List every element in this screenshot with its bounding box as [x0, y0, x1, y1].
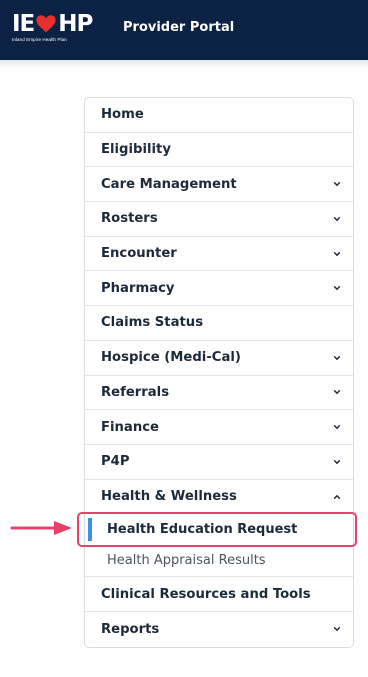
chevron-down-icon — [333, 459, 341, 464]
menu-item-label: Finance — [101, 419, 159, 435]
menu-item-reports[interactable]: Reports — [85, 612, 353, 647]
chevron-up-icon — [333, 494, 341, 499]
submenu-item-label: Health Appraisal Results — [107, 553, 266, 569]
menu-item-home[interactable]: Home — [85, 98, 353, 133]
menu-item-label: Care Management — [101, 176, 237, 192]
chevron-down-icon — [333, 355, 341, 360]
header-shadow — [0, 60, 368, 68]
menu-item-label: Home — [101, 107, 144, 123]
menu-item-pharmacy[interactable]: Pharmacy — [85, 271, 353, 307]
menu-item-label: Reports — [101, 621, 160, 637]
logo-subtitle: Inland Empire Health Plan — [12, 37, 67, 42]
chevron-down-icon — [333, 286, 341, 291]
chevron-down-icon — [333, 182, 341, 187]
logo-text-left: IE — [12, 11, 35, 37]
highlight-box — [77, 512, 357, 547]
menu-item-hospice[interactable]: Hospice (Medi-Cal) — [85, 341, 353, 376]
menu-item-care-management[interactable]: Care Management — [85, 167, 353, 203]
menu-item-label: Health & Wellness — [101, 489, 237, 505]
menu-item-label: Referrals — [101, 384, 170, 400]
chevron-down-icon — [333, 627, 341, 632]
menu-item-label: Encounter — [101, 246, 177, 262]
menu-item-label: Claims Status — [101, 315, 204, 331]
menu-item-clinical-resources[interactable]: Clinical Resources and Tools — [85, 577, 353, 612]
menu-item-health-wellness[interactable]: Health & Wellness — [85, 480, 353, 515]
menu-item-rosters[interactable]: Rosters — [85, 202, 353, 237]
logo-text-right: HP — [58, 11, 93, 37]
menu-item-label: Rosters — [101, 211, 158, 227]
chevron-down-icon — [333, 425, 341, 429]
menu-item-eligibility[interactable]: Eligibility — [85, 133, 353, 168]
iehp-logo[interactable]: IE HP Inland Empire Health Plan — [12, 12, 94, 52]
chevron-down-icon — [333, 390, 341, 395]
menu-item-finance[interactable]: Finance — [85, 410, 353, 445]
chevron-down-icon — [333, 216, 341, 221]
chevron-down-icon — [333, 251, 341, 256]
portal-title: Provider Portal — [123, 20, 235, 35]
menu-item-label: Pharmacy — [101, 280, 175, 296]
menu-item-claims-status[interactable]: Claims Status — [85, 306, 353, 341]
menu-item-encounter[interactable]: Encounter — [85, 237, 353, 272]
pointer-arrow-icon — [10, 521, 72, 535]
sidebar-menu: Home Eligibility Care Management Rosters… — [84, 97, 354, 648]
heart-icon — [36, 15, 56, 33]
menu-item-label: Clinical Resources and Tools — [101, 586, 311, 602]
top-header: IE HP Inland Empire Health Plan Provider… — [0, 0, 368, 60]
menu-item-referrals[interactable]: Referrals — [85, 376, 353, 411]
menu-item-p4p[interactable]: P4P — [85, 445, 353, 480]
menu-item-label: Eligibility — [101, 142, 171, 158]
submenu-item-health-appraisal-results[interactable]: Health Appraisal Results — [85, 545, 353, 576]
menu-item-label: Hospice (Medi-Cal) — [101, 350, 241, 366]
menu-item-label: P4P — [101, 454, 130, 470]
